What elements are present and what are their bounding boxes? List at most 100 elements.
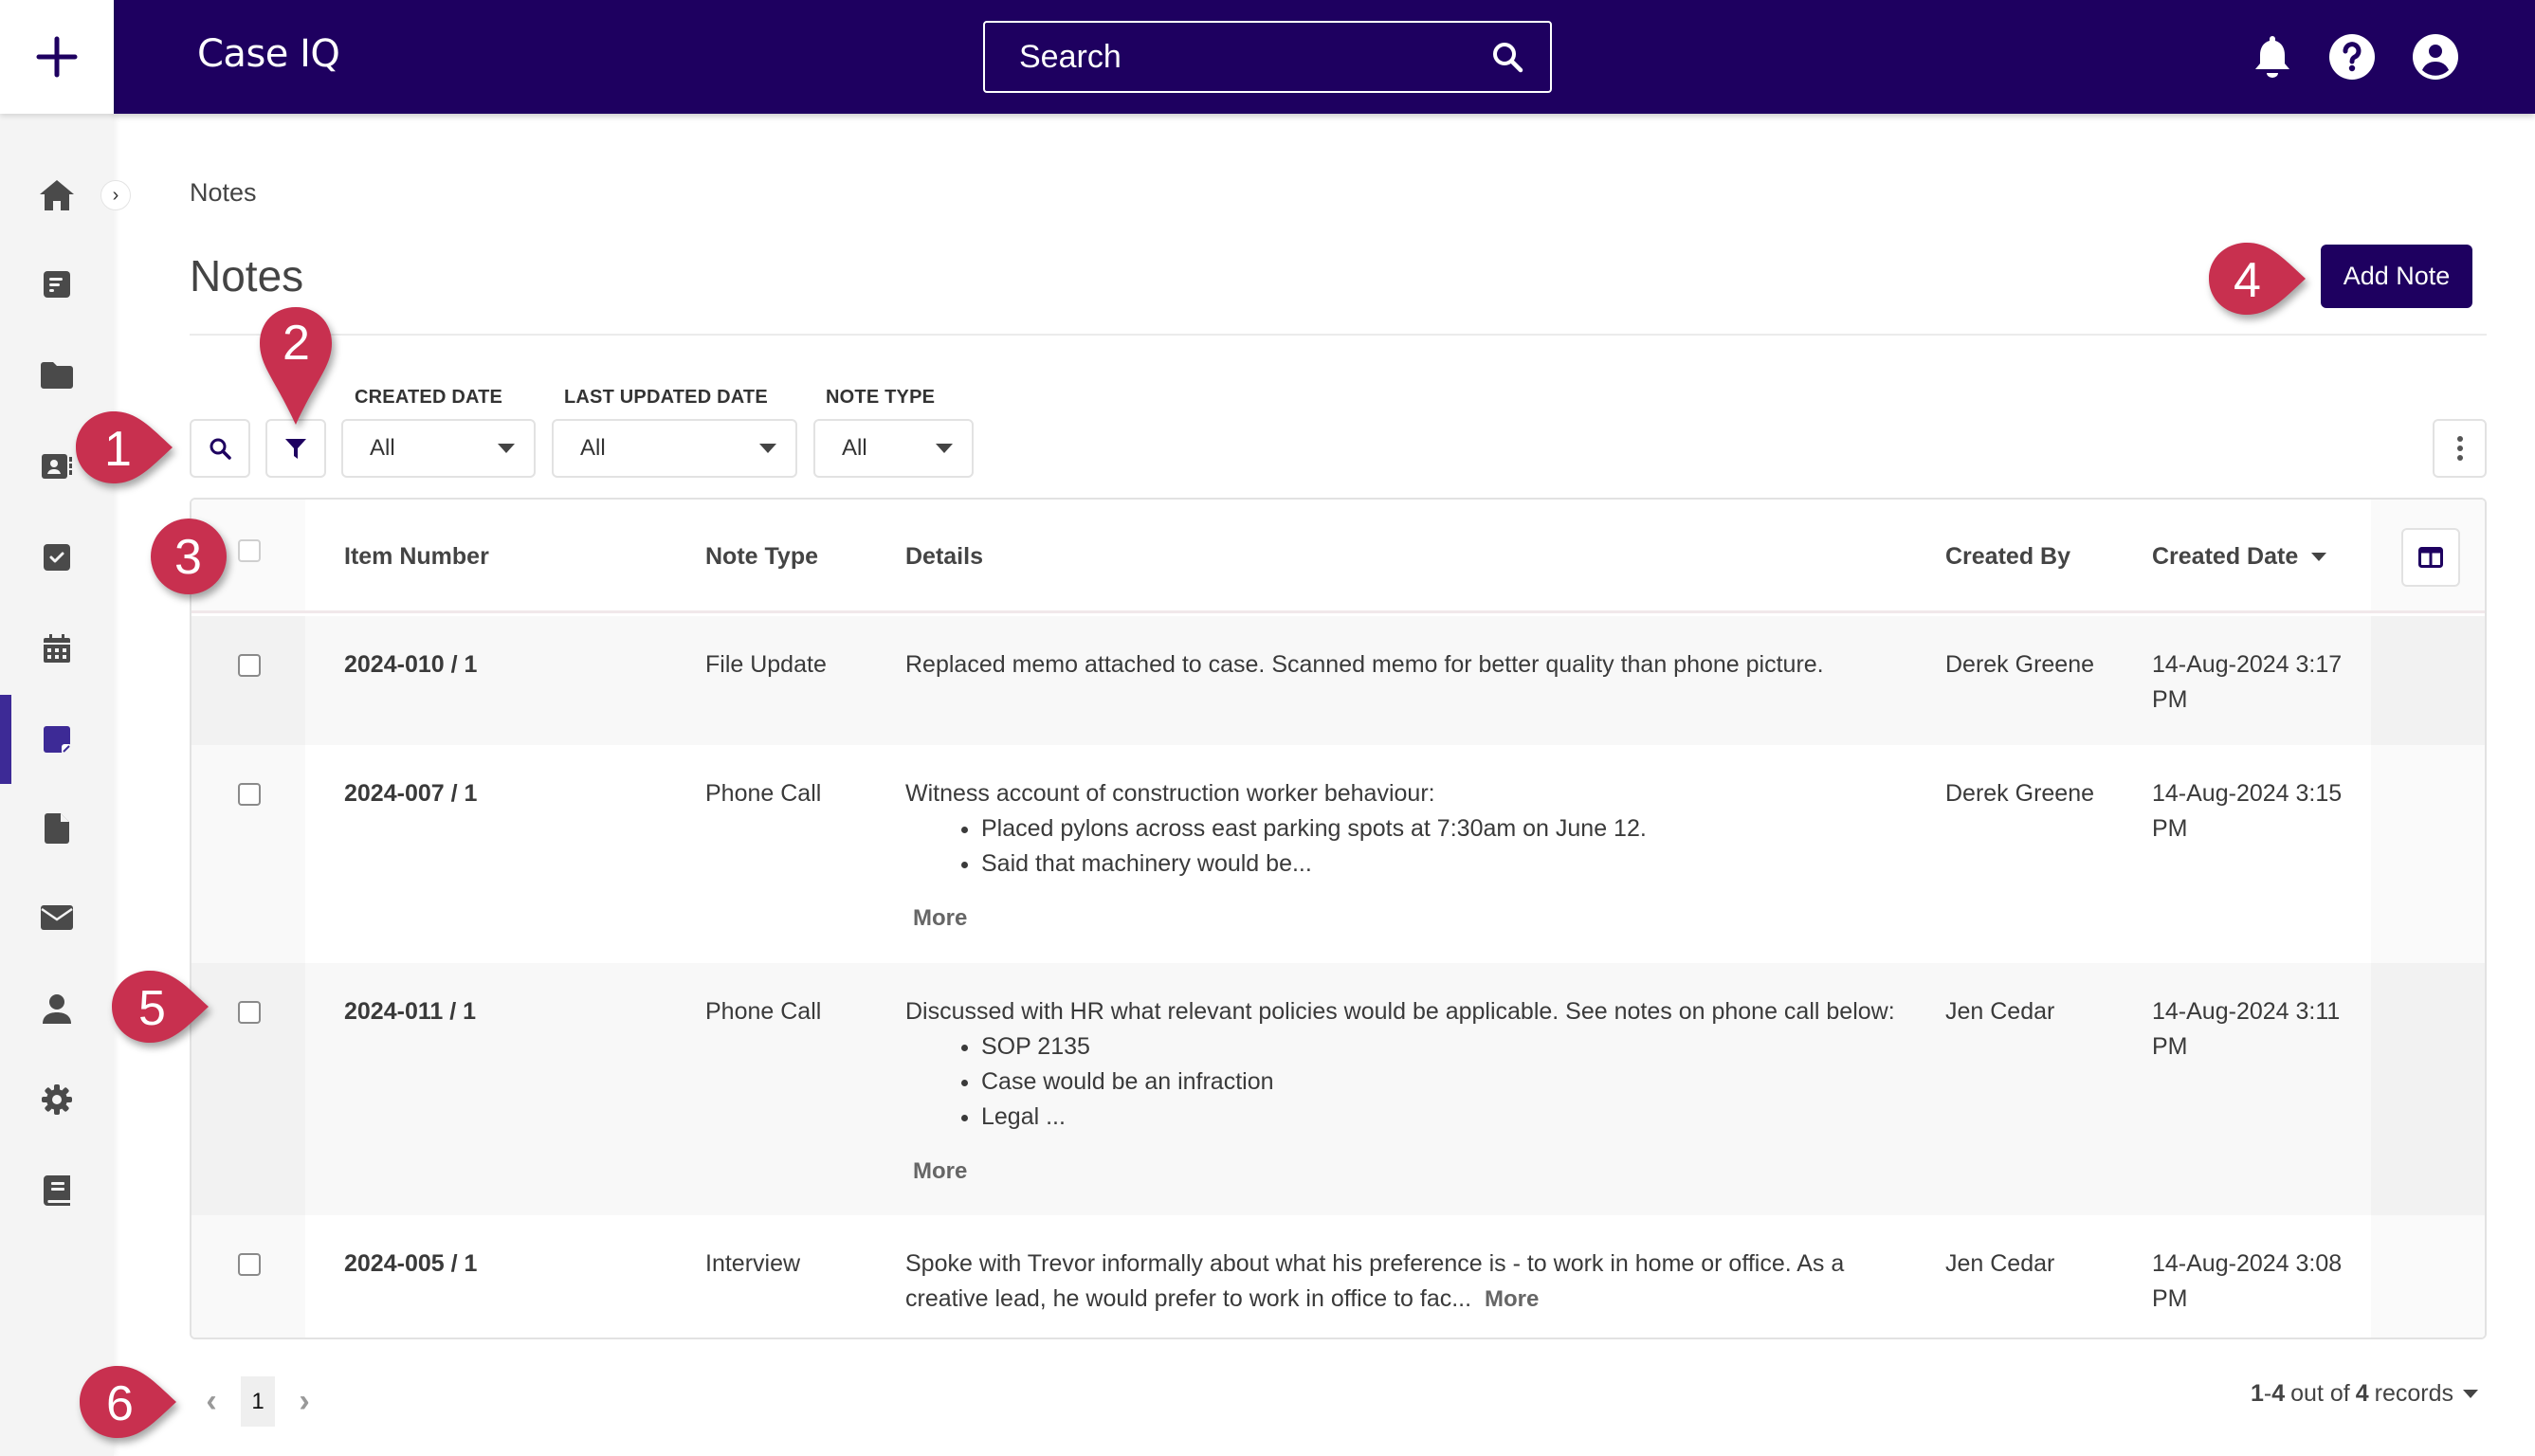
- records-count[interactable]: 1-4 out of 4 records: [2251, 1380, 2478, 1408]
- details-bullet: Placed pylons across east parking spots …: [981, 811, 1910, 846]
- search-icon[interactable]: [1491, 41, 1523, 73]
- row-checkbox[interactable]: [238, 1253, 261, 1276]
- details-text-line: creative lead, he would prefer to work i…: [905, 1285, 1540, 1312]
- sidebar-item-dashboard[interactable]: [0, 246, 114, 322]
- help-button[interactable]: [2329, 34, 2375, 80]
- details-text-line: Spoke with Trevor informally about what …: [905, 1250, 1845, 1277]
- row-checkbox[interactable]: [238, 654, 261, 677]
- more-link[interactable]: More: [913, 901, 1910, 936]
- column-header-created-by[interactable]: Created By: [1945, 539, 2070, 574]
- sidebar-item-users[interactable]: [0, 971, 114, 1046]
- calendar-icon: [44, 634, 70, 663]
- app-logo[interactable]: Case IQ: [197, 32, 340, 76]
- sidebar-item-home[interactable]: [0, 157, 114, 233]
- created-date: 14-Aug-2024 3:11 PM: [2152, 998, 2341, 1060]
- more-link[interactable]: More: [1485, 1286, 1539, 1312]
- filter-label-last-updated-date: LAST UPDATED DATE: [564, 387, 768, 408]
- column-settings-button[interactable]: [2401, 528, 2460, 587]
- search-input[interactable]: [1019, 38, 1491, 76]
- note-type: Phone Call: [705, 998, 822, 1025]
- callout-marker-5: 5: [110, 967, 209, 1046]
- sidebar-item-notes[interactable]: [0, 695, 114, 784]
- columns-icon: [2418, 547, 2443, 568]
- add-note-button[interactable]: Add Note: [2321, 245, 2472, 308]
- last-updated-date-value: All: [580, 435, 606, 461]
- dashboard-icon: [44, 271, 70, 298]
- row-checkbox[interactable]: [238, 783, 261, 806]
- more-link[interactable]: More: [913, 1154, 1929, 1189]
- kebab-dot-icon: [2456, 436, 2463, 442]
- column-header-item-number[interactable]: Item Number: [344, 539, 489, 574]
- created-date-select[interactable]: All: [341, 419, 536, 478]
- breadcrumb[interactable]: Notes: [190, 178, 257, 208]
- note-details: Witness account of construction worker b…: [905, 776, 1910, 936]
- kebab-dot-icon: [2456, 455, 2463, 461]
- kebab-dot-icon: [2456, 446, 2463, 451]
- note-details: Discussed with HR what relevant policies…: [905, 994, 1929, 1189]
- sidebar-expand-button[interactable]: ›: [100, 180, 131, 210]
- filter-button[interactable]: [265, 419, 326, 478]
- note-type: Phone Call: [705, 780, 822, 807]
- details-text: Replaced memo attached to case. Scanned …: [905, 651, 1824, 678]
- filter-icon: [285, 439, 306, 459]
- filter-label-created-date: CREATED DATE: [355, 387, 503, 408]
- divider: [190, 334, 2487, 336]
- note-type-select[interactable]: All: [813, 419, 974, 478]
- sidebar-item-tasks[interactable]: [0, 519, 114, 595]
- folder-icon: [41, 362, 73, 389]
- created-date: 14-Aug-2024 3:17 PM: [2152, 651, 2343, 713]
- created-by: Derek Greene: [1945, 780, 2095, 807]
- column-header-details[interactable]: Details: [905, 539, 983, 574]
- user-account-button[interactable]: [2413, 34, 2458, 80]
- previous-page-button[interactable]: ‹: [199, 1383, 224, 1420]
- sidebar-item-documents[interactable]: [0, 791, 114, 866]
- sidebar-item-cases[interactable]: [0, 337, 114, 413]
- sidebar-item-settings[interactable]: [0, 1062, 114, 1138]
- column-header-note-type[interactable]: Note Type: [705, 539, 818, 574]
- details-bullets: Placed pylons across east parking spots …: [981, 811, 1910, 882]
- row-checkbox[interactable]: [238, 1001, 261, 1024]
- checkbox-icon: [44, 544, 70, 571]
- callout-marker-6: 6: [78, 1362, 176, 1442]
- help-icon: [2329, 34, 2375, 80]
- plus-icon: [36, 36, 78, 78]
- table-row[interactable]: 2024-010 / 1 File Update Replaced memo a…: [191, 616, 2485, 745]
- table-row[interactable]: 2024-005 / 1 Interview Spoke with Trevor…: [191, 1215, 2485, 1338]
- sidebar-item-mail[interactable]: [0, 880, 114, 956]
- item-number[interactable]: 2024-010 / 1: [344, 647, 477, 682]
- sidebar-item-calendar[interactable]: [0, 610, 114, 686]
- item-number[interactable]: 2024-007 / 1: [344, 776, 477, 811]
- sort-descending-icon: [2311, 553, 2327, 561]
- sidebar-nav: [0, 114, 114, 1456]
- created-date-value: All: [370, 435, 395, 461]
- table-search-button[interactable]: [190, 419, 250, 478]
- create-new-button[interactable]: [0, 0, 114, 114]
- item-number[interactable]: 2024-011 / 1: [344, 994, 476, 1029]
- item-number[interactable]: 2024-005 / 1: [344, 1247, 477, 1282]
- more-options-button[interactable]: [2433, 419, 2487, 478]
- created-by: Derek Greene: [1945, 651, 2095, 678]
- chevron-down-icon: [498, 444, 515, 453]
- next-page-button[interactable]: ›: [292, 1383, 317, 1420]
- page-size-dropdown-icon[interactable]: [2463, 1390, 2478, 1398]
- page-number-button[interactable]: 1: [241, 1376, 275, 1427]
- created-date: 14-Aug-2024 3:15 PM: [2152, 780, 2343, 842]
- note-type: Interview: [705, 1250, 801, 1277]
- sidebar-item-library[interactable]: [0, 1153, 114, 1228]
- file-icon: [45, 813, 69, 844]
- notifications-button[interactable]: [2250, 34, 2295, 80]
- last-updated-date-select[interactable]: All: [552, 419, 797, 478]
- global-search[interactable]: [983, 21, 1552, 93]
- contact-card-icon: [42, 454, 72, 479]
- select-all-checkbox[interactable]: [238, 539, 261, 562]
- filter-label-note-type: NOTE TYPE: [826, 387, 936, 408]
- column-header-created-date[interactable]: Created Date: [2152, 539, 2327, 574]
- notes-table: Item Number Note Type Details Created By…: [190, 498, 2487, 1339]
- envelope-icon: [41, 905, 73, 930]
- page-title: Notes: [190, 251, 304, 300]
- sticky-note-icon: [44, 726, 70, 753]
- details-bullet: Said that machinery would be...: [981, 846, 1910, 882]
- table-row[interactable]: 2024-007 / 1 Phone Call Witness account …: [191, 745, 2485, 963]
- gear-icon: [42, 1084, 72, 1115]
- table-row[interactable]: 2024-011 / 1 Phone Call Discussed with H…: [191, 963, 2485, 1215]
